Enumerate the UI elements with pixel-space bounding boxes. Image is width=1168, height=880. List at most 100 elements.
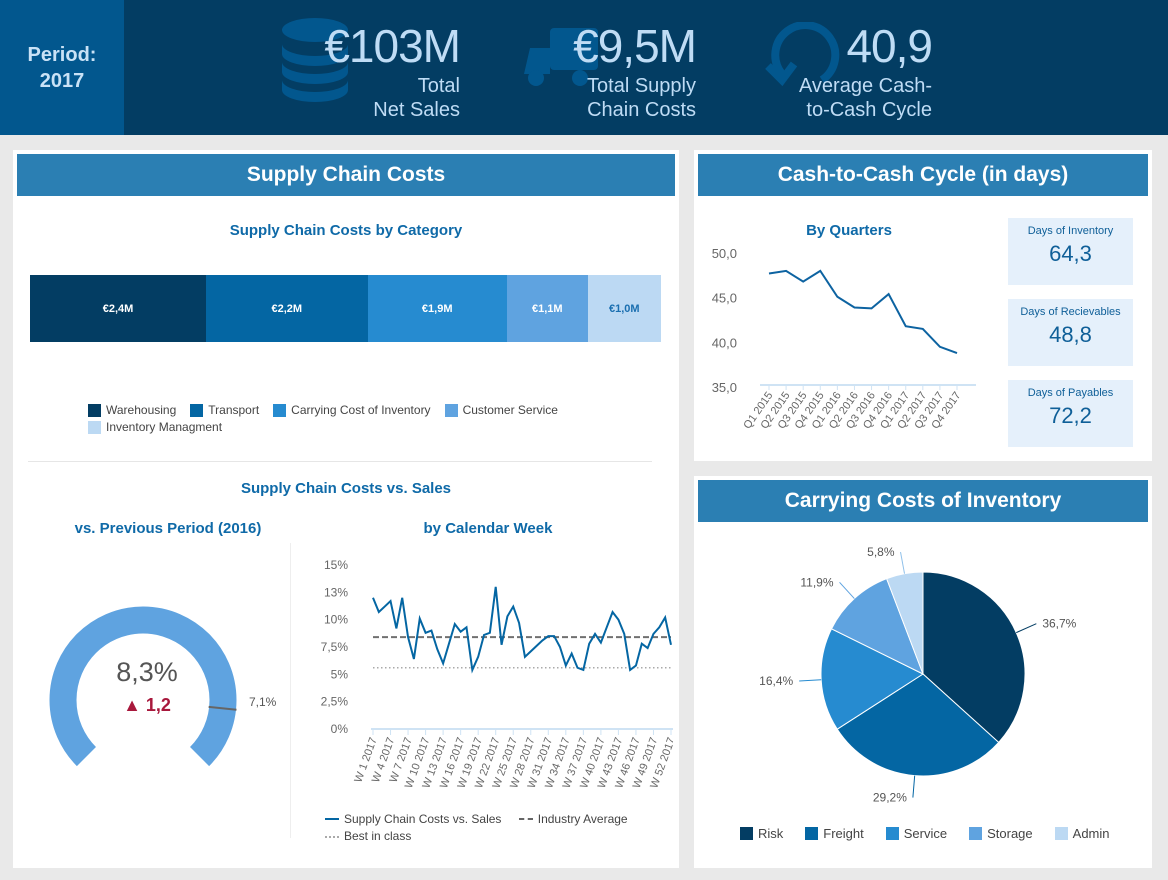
legend-label: Storage bbox=[987, 826, 1033, 841]
bar-segment-customer-service: €1,1M bbox=[506, 275, 588, 342]
supply-chain-costs-line bbox=[372, 586, 672, 674]
legend-swatch bbox=[740, 827, 753, 840]
legend-label: Carrying Cost of Inventory bbox=[291, 403, 431, 417]
legend-item-customer-service: Customer Service bbox=[444, 403, 558, 418]
legend-item-storage: Storage bbox=[969, 826, 1033, 841]
legend-label: Inventory Managment bbox=[106, 420, 223, 434]
legend-label: Freight bbox=[823, 826, 864, 841]
days-of-payables-box: Days of Payables 72,2 bbox=[1008, 380, 1133, 447]
box-label: Days of Inventory bbox=[1027, 225, 1114, 237]
leader-line bbox=[912, 775, 916, 798]
legend-item-industry-average: Industry Average bbox=[518, 812, 628, 827]
legend-swatch bbox=[969, 827, 983, 840]
legend-swatch bbox=[805, 827, 819, 840]
bar-segment-warehousing: €2,4M bbox=[30, 275, 207, 342]
kpi-value: 40,9 bbox=[846, 20, 933, 72]
slice-label: 11,9% bbox=[800, 575, 833, 589]
slice-label: 29,2% bbox=[873, 791, 907, 805]
y-tick-label: 0% bbox=[331, 722, 349, 736]
legend-label: Customer Service bbox=[462, 403, 558, 417]
gauge-previous-label: 7,1% bbox=[249, 695, 277, 709]
panel-title: Carrying Costs of Inventory bbox=[698, 480, 1148, 522]
legend-label: Risk bbox=[758, 826, 784, 841]
kpi-label: to-Cash Cycle bbox=[806, 99, 932, 121]
legend-swatch bbox=[1054, 827, 1068, 840]
triangle-up-icon: ▲ bbox=[123, 695, 141, 715]
period-label: Period: bbox=[27, 44, 97, 66]
legend-swatch bbox=[88, 404, 101, 417]
y-tick-label: 13% bbox=[324, 585, 348, 599]
legend-item-risk: Risk bbox=[740, 826, 783, 841]
legend-swatch bbox=[273, 404, 287, 417]
kpi-total-supply-chain-costs: €9,5M Total Supply Chain Costs bbox=[520, 18, 697, 122]
supply-chain-costs-panel: Supply Chain Costs Supply Chain Costs by… bbox=[13, 150, 679, 868]
legend-item-supply-chain-costs: Supply Chain Costs vs. Sales bbox=[325, 812, 501, 827]
bar-segment-carrying-cost-of-inventory: €1,9M bbox=[367, 275, 507, 342]
kpi-label: Average Cash- bbox=[798, 75, 932, 97]
vs-sales-title: Supply Chain Costs vs. Sales bbox=[240, 480, 452, 497]
leader-line bbox=[839, 581, 855, 599]
days-of-inventory-box: Days of Inventory 64,3 bbox=[1008, 218, 1133, 285]
dashed-line-icon bbox=[518, 818, 533, 820]
days-of-receivables-box: Days of Recievables 48,8 bbox=[1008, 299, 1133, 366]
section-divider bbox=[28, 461, 652, 462]
box-value: 64,3 bbox=[1049, 241, 1092, 266]
legend-swatch bbox=[444, 404, 458, 417]
legend-item-admin: Admin bbox=[1054, 826, 1110, 841]
panel-title: Supply Chain Costs bbox=[17, 154, 675, 196]
stacked-bar-chart: €2,4M €2,2M €1,9M €1,1M €1,0M bbox=[30, 275, 661, 342]
dotted-line-icon bbox=[325, 835, 339, 838]
bar-label: €2,2M bbox=[271, 302, 303, 315]
category-legend: Warehousing Transport Carrying Cost of Inv… bbox=[88, 403, 648, 437]
legend-item-best-in-class: Best in class bbox=[325, 829, 411, 844]
y-tick-label: 7,5% bbox=[321, 640, 349, 654]
gauge-title: vs. Previous Period (2016) bbox=[74, 520, 262, 537]
legend-swatch bbox=[190, 404, 204, 417]
y-tick-label: 40,0 bbox=[712, 335, 737, 350]
box-label: Days of Recievables bbox=[1020, 306, 1121, 318]
solid-line-icon bbox=[325, 818, 339, 820]
kpi-label: Chain Costs bbox=[587, 99, 696, 121]
legend-swatch bbox=[885, 827, 899, 840]
gauge-delta-value: 1,2 bbox=[145, 695, 171, 715]
y-tick-label: 45,0 bbox=[712, 291, 737, 306]
carrying-costs-panel: Carrying Costs of Inventory 36,7% 29,2% 16… bbox=[694, 476, 1152, 868]
leader-line bbox=[900, 551, 906, 574]
cash-cycle-line bbox=[768, 269, 958, 354]
legend-item-service: Service bbox=[885, 826, 947, 841]
by-category-title: Supply Chain Costs by Category bbox=[229, 222, 463, 239]
bar-segment-transport: €2,2M bbox=[206, 275, 368, 342]
gauge-value: 8,3% bbox=[116, 657, 178, 687]
bar-label: €2,4M bbox=[102, 302, 134, 315]
cash-to-cash-panel: Cash-to-Cash Cycle (in days) By Quarters… bbox=[694, 150, 1152, 461]
panel-title: Cash-to-Cash Cycle (in days) bbox=[698, 154, 1148, 196]
legend-item-warehousing: Warehousing bbox=[88, 403, 176, 418]
kpi-label: Total Supply bbox=[587, 75, 696, 97]
y-tick-label: 2,5% bbox=[321, 695, 349, 709]
kpi-label: Net Sales bbox=[373, 99, 460, 121]
bar-segment-inventory-managment: €1,0M bbox=[587, 275, 661, 342]
leader-line bbox=[799, 679, 822, 682]
y-tick-label: 10% bbox=[324, 613, 348, 627]
pie-legend: Risk Freight Service Storage Admin bbox=[740, 826, 1140, 845]
bar-label: €1,9M bbox=[421, 302, 453, 315]
weekly-line-chart: 0%2,5%5%7,5%10%13%15%W 1 2017W 4 2017W 7… bbox=[321, 558, 673, 790]
kpi-label: Total bbox=[417, 75, 460, 97]
carrying-costs-pie-chart: 36,7% 29,2% 16,4% 11,9% 5,8% bbox=[759, 545, 1077, 805]
slice-label: 5,8% bbox=[867, 545, 895, 559]
box-value: 72,2 bbox=[1049, 403, 1092, 428]
box-label: Days of Payables bbox=[1027, 387, 1114, 399]
gauge-arc bbox=[49, 606, 237, 767]
period-block: Period: 2017 bbox=[0, 0, 124, 135]
legend-swatch bbox=[88, 421, 101, 434]
vertical-divider bbox=[290, 543, 291, 838]
weekly-title: by Calendar Week bbox=[423, 520, 553, 537]
slice-label: 16,4% bbox=[759, 674, 793, 688]
box-value: 48,8 bbox=[1049, 322, 1092, 347]
y-tick-label: 35,0 bbox=[712, 380, 737, 395]
legend-label: Admin bbox=[1072, 826, 1110, 841]
legend-item-carrying-cost-of-inventory: Carrying Cost of Inventory bbox=[273, 403, 431, 418]
y-tick-label: 15% bbox=[324, 558, 348, 572]
kpi-value: €103M bbox=[324, 20, 461, 72]
kpi-value: €9,5M bbox=[573, 20, 697, 72]
